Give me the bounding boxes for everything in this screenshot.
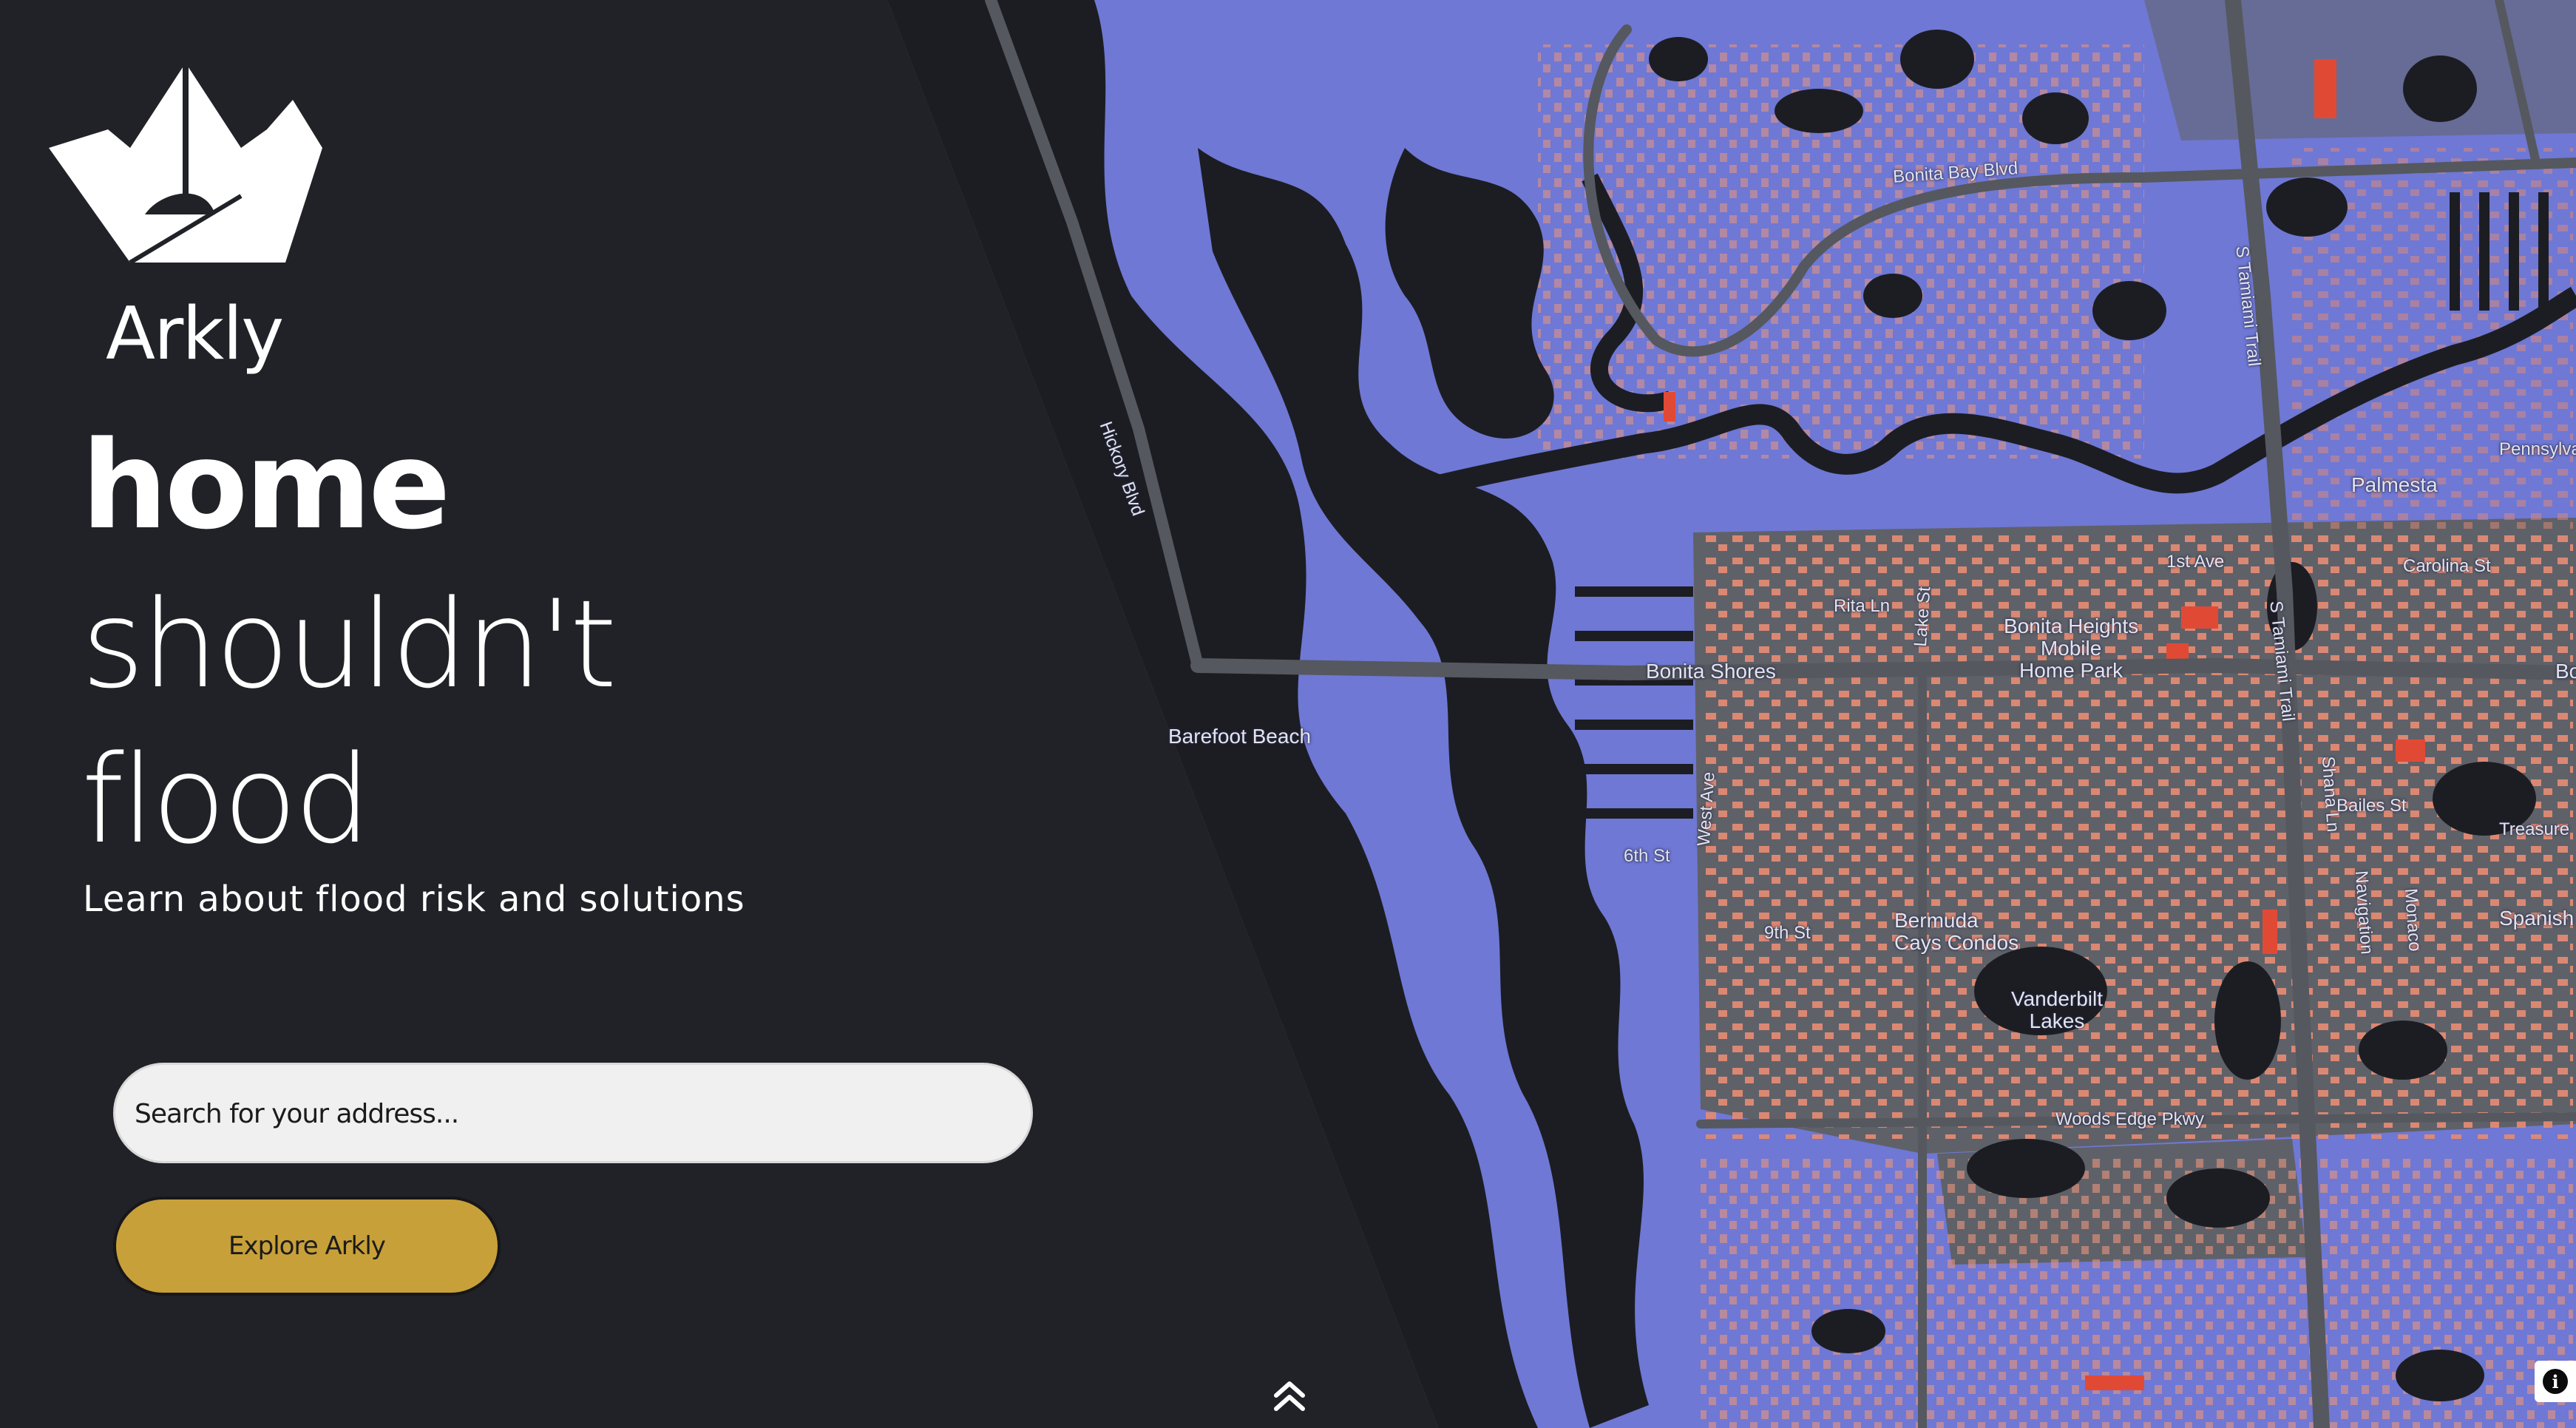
tagline: Learn about flood risk and solutions — [83, 879, 745, 920]
map-label: Vanderbilt Lakes — [2011, 987, 2104, 1032]
explore-arkly-button[interactable]: Explore Arkly — [113, 1197, 501, 1296]
map-label: Pennsylvan — [2499, 439, 2576, 459]
map-label: Bonita Heights Mobile Home Park — [2004, 615, 2139, 682]
map-label: 9th St — [1764, 923, 1811, 943]
map-label: Monaco — [2400, 887, 2425, 952]
address-search[interactable] — [113, 1063, 1033, 1163]
map-label: Palmesta — [2351, 473, 2438, 496]
paper-boat-logo-icon[interactable] — [49, 59, 322, 266]
map-label: Bonita Shores — [1646, 660, 1776, 683]
map-label: Barefoot Beach — [1168, 725, 1312, 748]
map-label: 1st Ave — [2166, 552, 2225, 572]
map-label: Lake St — [1910, 586, 1935, 648]
search-input[interactable] — [133, 1065, 1009, 1163]
map-label: Bo — [2555, 660, 2576, 683]
headline-line: home — [81, 415, 451, 556]
double-chevron-up-icon[interactable] — [1272, 1379, 1307, 1413]
map-label: Treasure — [2499, 819, 2570, 839]
map-label: Woods Edge Pkwy — [2055, 1109, 2204, 1129]
map-attribution-button[interactable]: i — [2535, 1361, 2576, 1402]
headline-line: shouldn't — [81, 574, 617, 715]
map-label: Carolina St — [2403, 556, 2491, 576]
map-label: Bailes St — [2336, 796, 2407, 816]
map-label: Bermuda Cays Condos — [1894, 909, 2019, 954]
info-icon: i — [2543, 1369, 2568, 1394]
page-root: Bonita Bay Blvd S Tamiami Trail S Tamiam… — [0, 0, 2576, 1428]
map-label: Rita Ln — [1834, 596, 1891, 616]
map-label: 6th St — [1624, 846, 1670, 866]
brand-name: Arkly — [106, 292, 284, 376]
map-label: Spanish — [2499, 907, 2575, 930]
headline-line: flood — [81, 729, 371, 870]
